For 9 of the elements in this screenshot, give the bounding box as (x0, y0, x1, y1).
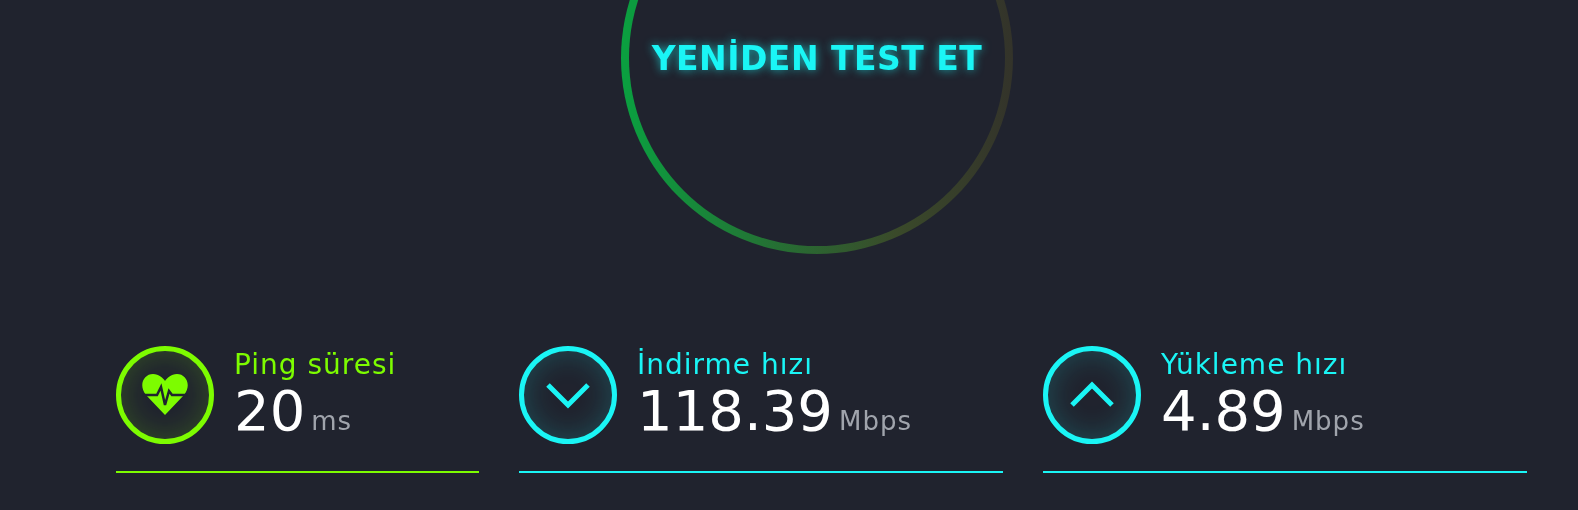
metric-value: 20 (234, 381, 306, 441)
metric-unit: ms (311, 406, 353, 436)
metric-unit: Mbps (838, 406, 912, 436)
metric-unit: Mbps (1291, 406, 1365, 436)
metric-value: 118.39 (637, 381, 833, 441)
metric-label: Ping süresi (234, 349, 397, 381)
metric-label: İndirme hızı (637, 349, 814, 381)
metric-value: 4.89 (1161, 381, 1286, 441)
metric-label: Yükleme hızı (1161, 349, 1349, 381)
